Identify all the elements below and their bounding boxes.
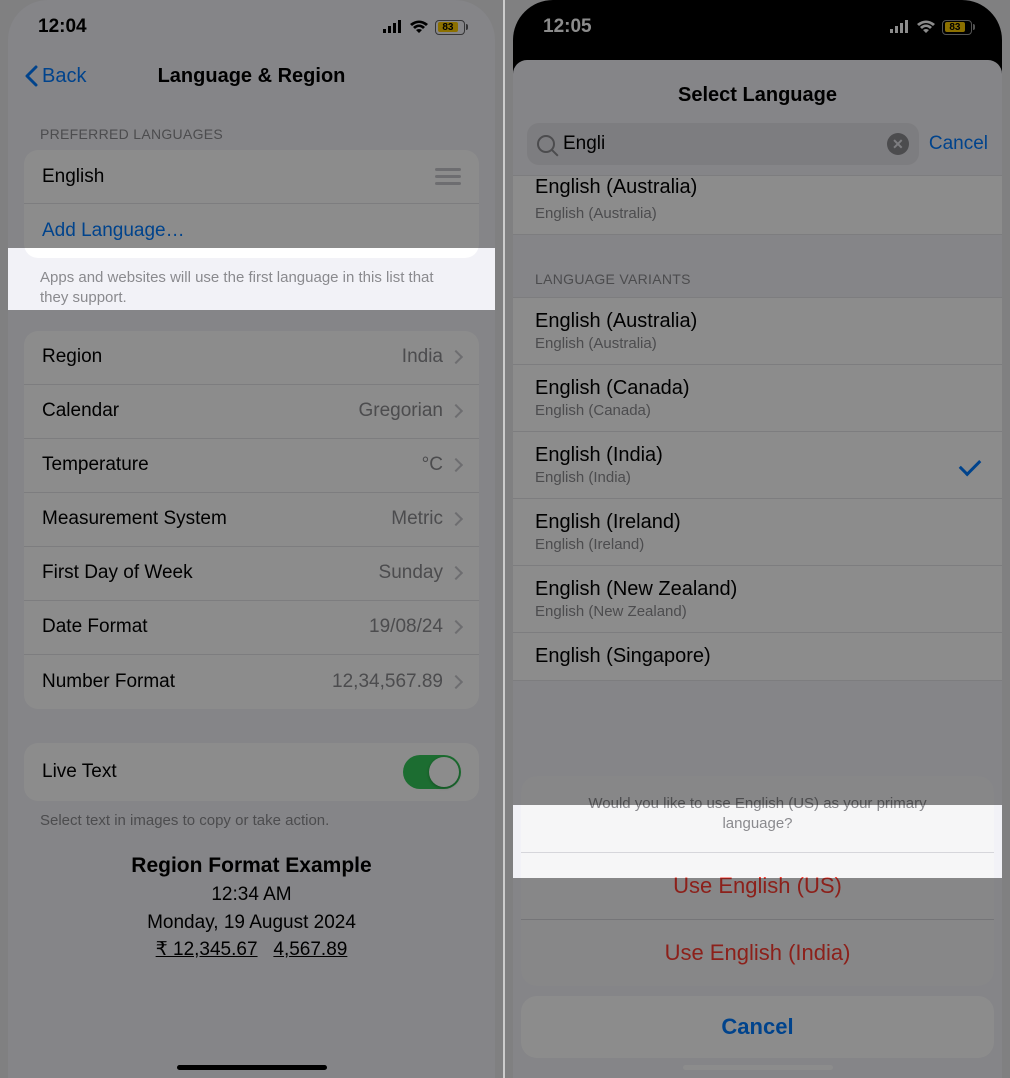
- lang-sub: English (Australia): [535, 205, 697, 222]
- chevron-right-icon: [449, 350, 463, 364]
- search-icon: [537, 135, 555, 153]
- measurement-label: Measurement System: [42, 508, 227, 530]
- lang-main: English (Canada): [535, 377, 690, 400]
- add-language-button[interactable]: Add Language…: [24, 204, 479, 258]
- lang-sub: English (Canada): [535, 402, 690, 419]
- chevron-right-icon: [449, 566, 463, 580]
- status-bar: 12:04 83: [8, 0, 495, 54]
- lang-main: English (New Zealand): [535, 578, 737, 601]
- firstday-value: Sunday: [379, 562, 443, 584]
- list-item[interactable]: English (Australia) English (Australia): [513, 176, 1002, 235]
- action-sheet-cancel-button[interactable]: Cancel: [521, 996, 994, 1058]
- list-item[interactable]: English (Canada) English (Canada): [513, 365, 1002, 432]
- lang-main: English (Singapore): [535, 645, 711, 668]
- example-date: Monday, 19 August 2024: [8, 909, 495, 937]
- search-input[interactable]: Engli ✕: [527, 123, 919, 165]
- dateformat-label: Date Format: [42, 616, 148, 638]
- chevron-right-icon: [449, 674, 463, 688]
- calendar-row[interactable]: Calendar Gregorian: [24, 385, 479, 439]
- lang-main: English (Australia): [535, 176, 697, 199]
- status-bar: 12:05 83: [513, 0, 1002, 54]
- temperature-value: °C: [422, 454, 443, 476]
- region-row[interactable]: Region India: [24, 331, 479, 385]
- wifi-icon: [409, 20, 429, 34]
- lang-sub: English (India): [535, 469, 663, 486]
- livetext-label: Live Text: [42, 761, 117, 783]
- temperature-label: Temperature: [42, 454, 149, 476]
- battery-icon: 83: [435, 20, 465, 35]
- status-time: 12:04: [38, 16, 87, 38]
- search-value: Engli: [563, 133, 879, 155]
- sheet-title: Select Language: [513, 60, 1002, 123]
- home-indicator[interactable]: [683, 1065, 833, 1070]
- region-label: Region: [42, 346, 102, 368]
- example-time: 12:34 AM: [8, 881, 495, 909]
- battery-icon: 83: [942, 20, 972, 35]
- dateformat-row[interactable]: Date Format 19/08/24: [24, 601, 479, 655]
- wifi-icon: [916, 20, 936, 34]
- calendar-value: Gregorian: [359, 400, 444, 422]
- use-english-us-button[interactable]: Use English (US): [521, 853, 994, 920]
- livetext-row: Live Text: [24, 743, 479, 801]
- region-value: India: [402, 346, 443, 368]
- section-header-languages: PREFERRED LANGUAGES: [8, 98, 495, 150]
- lang-sub: English (Australia): [535, 335, 697, 352]
- calendar-label: Calendar: [42, 400, 119, 422]
- example-num2: 4,567.89: [273, 939, 347, 960]
- add-language-label: Add Language…: [42, 220, 185, 242]
- status-time: 12:05: [543, 16, 592, 38]
- home-indicator[interactable]: [177, 1065, 327, 1070]
- section-header-variants: LANGUAGE VARIANTS: [513, 235, 1002, 297]
- list-item[interactable]: English (Ireland) English (Ireland): [513, 499, 1002, 566]
- clear-search-button[interactable]: ✕: [887, 133, 909, 155]
- livetext-toggle[interactable]: [403, 755, 461, 789]
- chevron-right-icon: [449, 404, 463, 418]
- action-sheet-message: Would you like to use English (US) as yo…: [521, 776, 994, 854]
- chevron-right-icon: [449, 620, 463, 634]
- measurement-row[interactable]: Measurement System Metric: [24, 493, 479, 547]
- cellular-icon: [383, 20, 403, 34]
- page-title: Language & Region: [8, 65, 495, 88]
- dateformat-value: 19/08/24: [369, 616, 443, 638]
- languages-footer: Apps and websites will use the first lan…: [8, 258, 495, 309]
- list-item[interactable]: English (Australia) English (Australia): [513, 298, 1002, 365]
- example-num1: ₹ 12,345.67: [156, 939, 258, 960]
- checkmark-icon: [959, 454, 982, 477]
- chevron-right-icon: [449, 512, 463, 526]
- numberformat-row[interactable]: Number Format 12,34,567.89: [24, 655, 479, 709]
- numberformat-value: 12,34,567.89: [332, 671, 443, 693]
- list-item[interactable]: English (India) English (India): [513, 432, 1002, 499]
- reorder-handle-icon[interactable]: [435, 168, 461, 185]
- lang-sub: English (Ireland): [535, 536, 681, 553]
- region-format-example: Region Format Example 12:34 AM Monday, 1…: [8, 831, 495, 1004]
- battery-level: 83: [438, 22, 459, 32]
- cellular-icon: [890, 20, 910, 34]
- list-item[interactable]: English (New Zealand) English (New Zealan…: [513, 566, 1002, 633]
- lang-main: English (Australia): [535, 310, 697, 333]
- temperature-row[interactable]: Temperature °C: [24, 439, 479, 493]
- chevron-right-icon: [449, 458, 463, 472]
- cancel-search-button[interactable]: Cancel: [929, 133, 988, 155]
- use-english-india-button[interactable]: Use English (India): [521, 920, 994, 986]
- lang-sub: English (New Zealand): [535, 603, 737, 620]
- battery-level: 83: [945, 22, 966, 32]
- preferred-language: English: [42, 166, 104, 188]
- firstday-label: First Day of Week: [42, 562, 193, 584]
- numberformat-label: Number Format: [42, 671, 175, 693]
- list-item[interactable]: English (Singapore): [513, 633, 1002, 681]
- action-sheet: Would you like to use English (US) as yo…: [521, 776, 994, 1059]
- lang-main: English (India): [535, 444, 663, 467]
- measurement-value: Metric: [391, 508, 443, 530]
- preferred-language-row[interactable]: English: [24, 150, 479, 204]
- firstday-row[interactable]: First Day of Week Sunday: [24, 547, 479, 601]
- lang-main: English (Ireland): [535, 511, 681, 534]
- livetext-footer: Select text in images to copy or take ac…: [8, 801, 495, 831]
- example-title: Region Format Example: [8, 851, 495, 881]
